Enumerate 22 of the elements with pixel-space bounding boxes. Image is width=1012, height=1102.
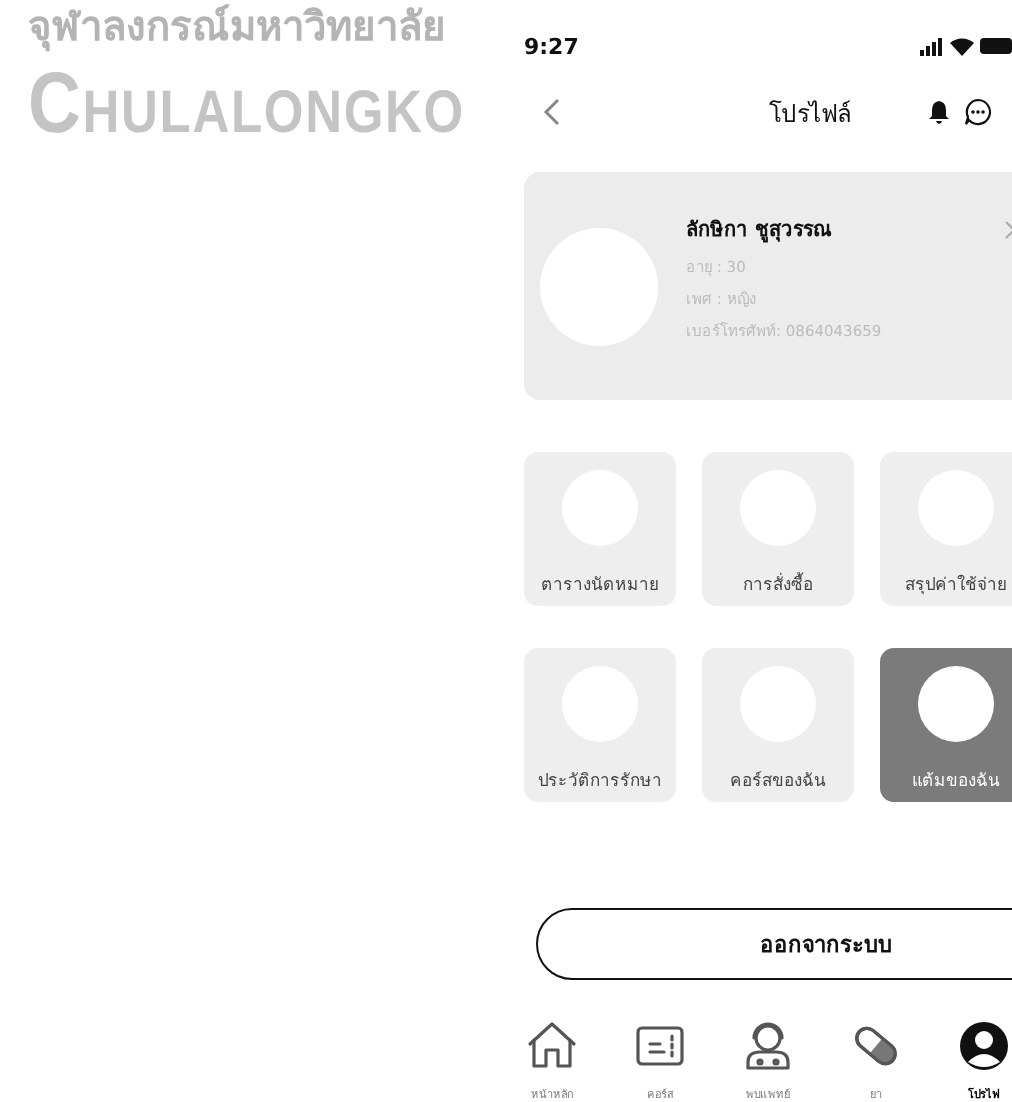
watermark-text: จุฬาลงกรณ์มหาวิทยาลัย	[28, 0, 446, 52]
battery-icon	[980, 38, 1012, 54]
logout-button[interactable]: ออกจากระบบ	[536, 908, 1012, 980]
menu-tile[interactable]: การสั่งซื้อ	[702, 452, 854, 606]
menu-tile[interactable]: ประวัติการรักษา	[524, 648, 676, 802]
wifi-icon	[950, 37, 974, 55]
back-icon[interactable]	[542, 98, 560, 126]
menu-tile[interactable]: คอร์สของฉัน	[702, 648, 854, 802]
ticket-icon	[634, 1020, 686, 1072]
bell-icon[interactable]	[928, 100, 950, 124]
chat-icon[interactable]	[964, 98, 992, 126]
signal-icon	[920, 37, 944, 55]
menu-tile[interactable]: สรุปค่าใช้จ่าย	[880, 452, 1012, 606]
circle-icon	[918, 666, 994, 742]
user-name: ลักษิกา ชูสุวรรณ	[686, 217, 833, 244]
page-title: โปรไฟล์	[767, 97, 853, 131]
doctor-icon	[742, 1020, 794, 1072]
watermark-text: CHULALONGKO	[28, 56, 465, 154]
menu-tile[interactable]: ตารางนัดหมาย	[524, 452, 676, 606]
status-time: 9:27	[524, 33, 579, 59]
menu-tile[interactable]: แต้มของฉัน	[880, 648, 1012, 802]
home-icon	[526, 1020, 578, 1072]
